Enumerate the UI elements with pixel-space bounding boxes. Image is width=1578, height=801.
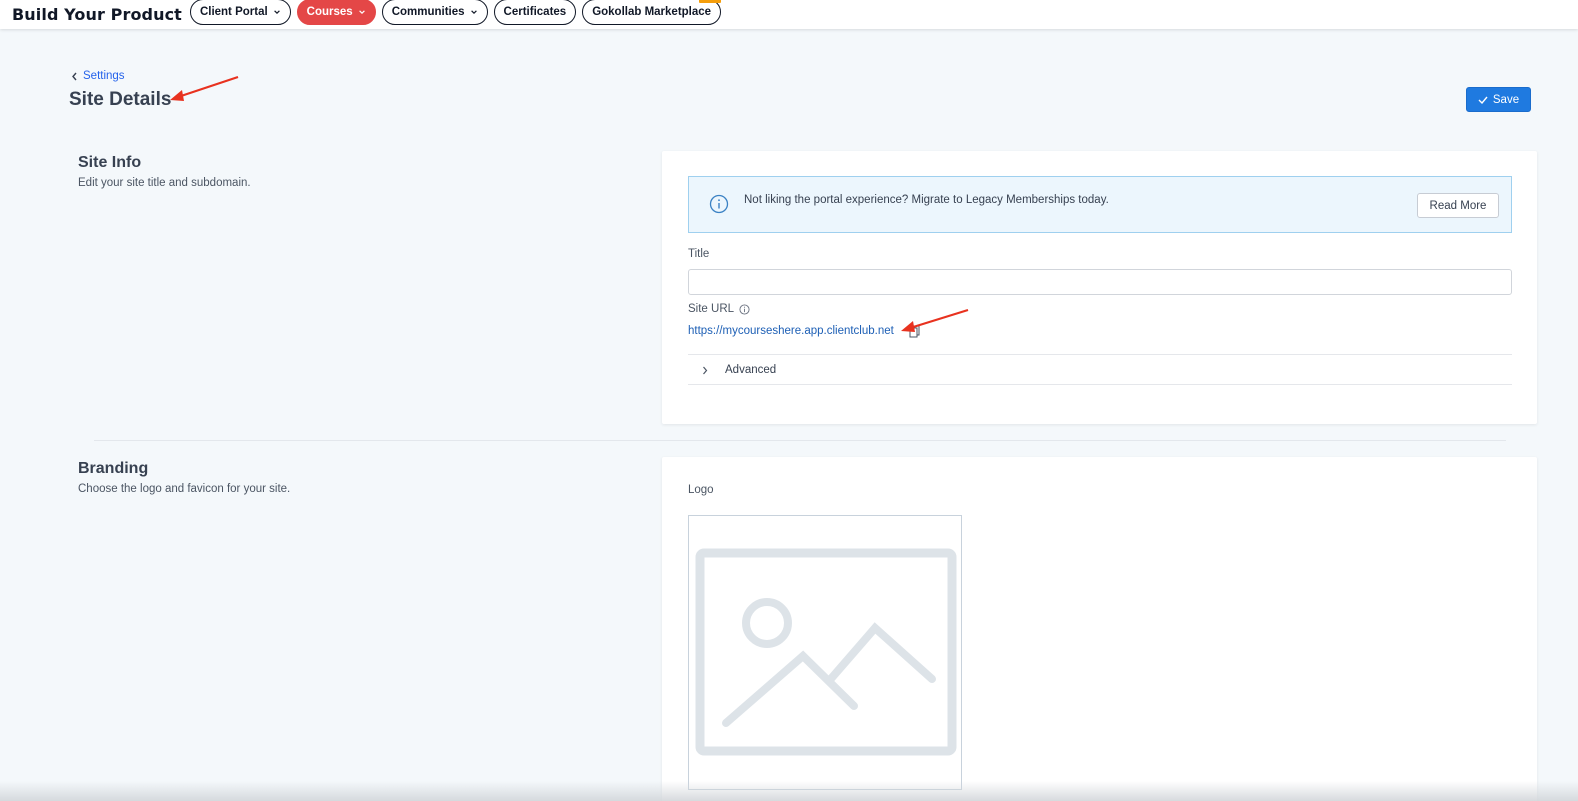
nav-client-portal[interactable]: Client Portal	[189, 0, 291, 25]
advanced-toggle[interactable]: Advanced	[688, 354, 1512, 385]
info-icon[interactable]	[739, 303, 750, 315]
new-badge	[699, 0, 722, 3]
site-url-label-row: Site URL	[688, 303, 750, 315]
legacy-migration-banner: Not liking the portal experience? Migrat…	[688, 176, 1512, 233]
section-divider	[94, 440, 1506, 441]
save-button-label: Save	[1492, 93, 1520, 106]
back-link-label: Settings	[83, 70, 125, 82]
chevron-down-icon	[470, 10, 477, 15]
page-title: Site Details	[69, 89, 172, 110]
chevron-left-icon	[72, 72, 77, 80]
chevron-right-icon	[703, 366, 708, 375]
site-url-label: Site URL	[688, 303, 735, 315]
info-icon	[709, 194, 729, 214]
nav-certificates[interactable]: Certificates	[493, 0, 577, 25]
read-more-button[interactable]: Read More	[1417, 193, 1499, 218]
title-label: Title	[688, 248, 710, 260]
save-button[interactable]: Save	[1466, 87, 1531, 112]
advanced-label: Advanced	[725, 364, 777, 376]
site-info-description: Edit your site title and subdomain.	[78, 177, 251, 189]
nav-marketplace-label: Gokollab Marketplace	[592, 6, 712, 18]
site-url-link[interactable]: https://mycourseshere.app.clientclub.net	[688, 325, 894, 337]
image-placeholder-icon	[695, 548, 957, 756]
banner-message: Not liking the portal experience? Migrat…	[744, 194, 1109, 206]
nav-communities[interactable]: Communities	[381, 0, 488, 25]
nav-certificates-label: Certificates	[503, 6, 567, 18]
title-input[interactable]	[688, 269, 1512, 295]
chevron-down-icon	[358, 10, 365, 15]
nav-courses[interactable]: Courses	[296, 0, 376, 25]
logo-label: Logo	[688, 484, 714, 496]
chevron-down-icon	[273, 10, 280, 15]
nav-gokollab-marketplace[interactable]: Gokollab Marketplace	[582, 0, 722, 25]
back-to-settings-link[interactable]: Settings	[71, 70, 125, 82]
nav-client-portal-label: Client Portal	[199, 6, 268, 18]
branding-heading: Branding	[78, 460, 149, 477]
site-info-card: Not liking the portal experience? Migrat…	[662, 151, 1537, 424]
nav-communities-label: Communities	[391, 6, 465, 18]
site-info-heading: Site Info	[78, 154, 142, 171]
brand-title: Build Your Product	[12, 5, 182, 24]
nav-courses-label: Courses	[306, 6, 353, 18]
check-icon	[1478, 96, 1488, 104]
annotation-arrow	[901, 308, 969, 332]
bottom-scroll-shadow	[0, 781, 1578, 801]
branding-card: Logo	[662, 457, 1537, 801]
logo-upload[interactable]	[688, 515, 962, 790]
top-navigation-bar: Build Your Product Client Portal Courses…	[0, 0, 1578, 29]
annotation-arrow	[170, 75, 239, 101]
branding-description: Choose the logo and favicon for your sit…	[78, 483, 291, 495]
